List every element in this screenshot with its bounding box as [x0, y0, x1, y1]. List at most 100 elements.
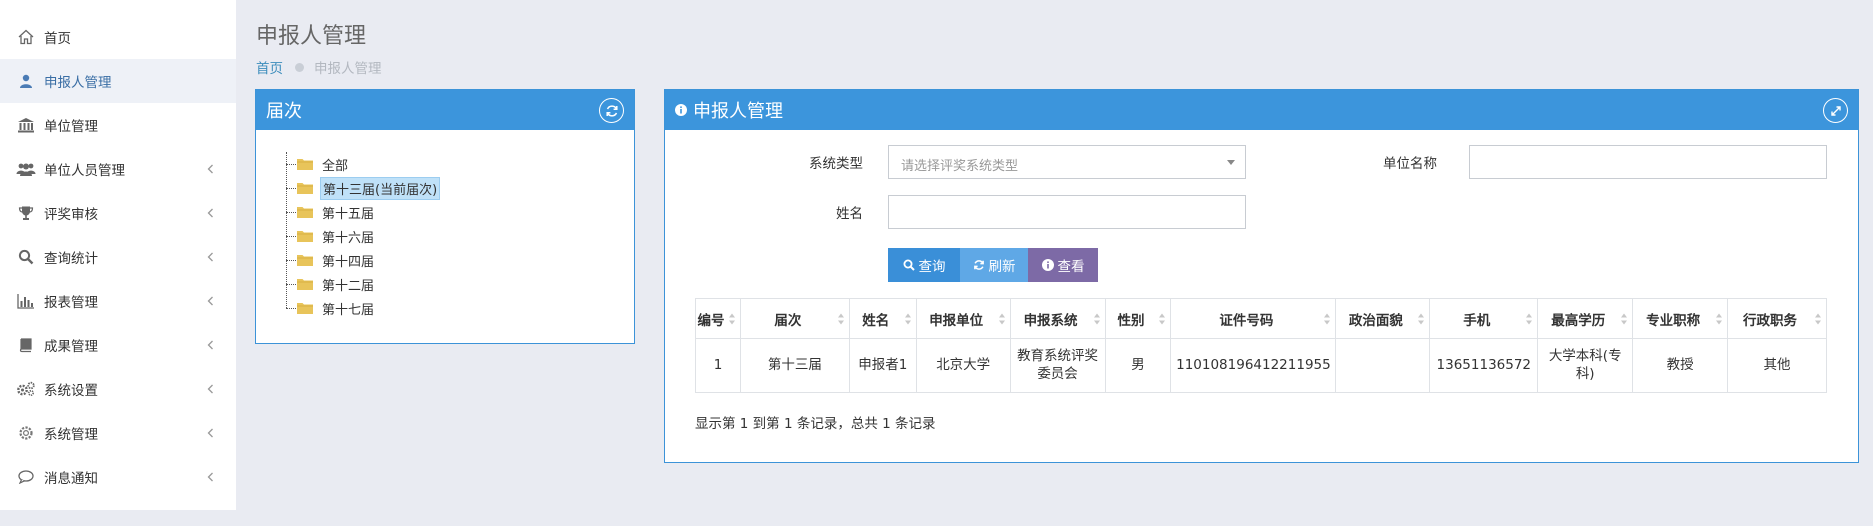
sidebar-item-1[interactable]: 申报人管理 [0, 59, 236, 103]
chevron-left-icon [207, 250, 214, 266]
sidebar-item-label: 单位管理 [44, 119, 98, 135]
system-type-label: 系统类型 [809, 156, 863, 172]
column-header-label: 政治面貌 [1348, 312, 1403, 329]
sidebar-item-4[interactable]: 评奖审核 [0, 191, 236, 235]
column-header[interactable]: 编号 [695, 298, 741, 339]
tree-node[interactable]: 第十六届 [284, 224, 634, 248]
session-panel-title: 届次 [266, 101, 302, 122]
chevron-left-icon [207, 338, 214, 354]
expand-icon[interactable] [1823, 98, 1848, 123]
refresh-button[interactable]: 刷新 [960, 248, 1028, 282]
sort-icon [728, 312, 735, 326]
tree-node-label: 第十四届 [322, 254, 375, 270]
column-header[interactable]: 证件号码 [1170, 298, 1337, 339]
sidebar-item-8[interactable]: 系统设置 [0, 367, 236, 411]
table-cell: 申报者1 [848, 338, 917, 393]
tree-node-label: 第十五届 [322, 206, 375, 222]
column-header[interactable]: 政治面貌 [1335, 298, 1431, 339]
table-cell: 男 [1104, 338, 1172, 393]
breadcrumb-home-link[interactable]: 首页 [256, 57, 283, 77]
folder-icon [296, 181, 314, 195]
sidebar-item-6[interactable]: 报表管理 [0, 279, 236, 323]
chevron-left-icon [207, 470, 214, 486]
column-header[interactable]: 申报系统 [1009, 298, 1106, 339]
system-type-select[interactable]: 请选择评奖系统类型 [888, 145, 1246, 179]
column-header[interactable]: 性别 [1104, 298, 1172, 339]
folder-icon [296, 205, 314, 219]
column-header[interactable]: 姓名 [848, 298, 917, 339]
home-icon [16, 27, 36, 47]
info-icon [1041, 259, 1054, 271]
column-header[interactable]: 专业职称 [1632, 298, 1729, 339]
table-row[interactable]: 1 第十三届 申报者1 北京大学 教育系统评奖委员会男 11010819641221195… [695, 338, 1827, 393]
table-cell: 其他 [1727, 338, 1827, 393]
sidebar-item-label: 系统设置 [44, 383, 98, 399]
sort-icon [998, 312, 1005, 326]
chevron-left-icon [207, 382, 214, 398]
tree-node[interactable]: 第十四届 [284, 248, 634, 272]
unit-name-label: 单位名称 [1383, 156, 1437, 172]
column-header[interactable]: 行政职务 [1727, 298, 1827, 339]
page-title: 申报人管理 [256, 24, 367, 49]
column-header-label: 证件号码 [1219, 312, 1274, 329]
sidebar-item-7[interactable]: 成果管理 [0, 323, 236, 367]
column-header[interactable]: 届次 [739, 298, 850, 339]
sort-icon [1418, 312, 1425, 326]
table-cell: 110108196412211955 [1170, 338, 1337, 393]
tree-node[interactable]: 第十三届(当前届次) [284, 176, 634, 200]
sidebar-item-label: 成果管理 [44, 339, 98, 355]
column-header[interactable]: 申报单位 [915, 298, 1011, 339]
applicant-panel: 申报人管理 系统类型 请选择评奖系统类型 单位名称 姓名 查询 刷新 查看 编号… [664, 89, 1859, 463]
sort-icon [1159, 312, 1166, 326]
refresh-tree-icon[interactable] [599, 98, 624, 123]
view-button[interactable]: 查看 [1028, 248, 1098, 282]
folder-icon [296, 301, 314, 315]
sidebar: 首页 申报人管理单位管理单位人员管理评奖审核查询统计报表管理成果管理系统设置系统管… [0, 0, 236, 510]
info-icon [675, 104, 687, 116]
sidebar-item-label: 查询统计 [44, 251, 98, 267]
tree-node[interactable]: 第十五届 [284, 200, 634, 224]
sidebar-item-2[interactable]: 单位管理 [0, 103, 236, 147]
column-header-label: 行政职务 [1743, 312, 1797, 329]
table-cell [1335, 338, 1431, 393]
sidebar-item-0[interactable]: 首页 [0, 15, 236, 59]
column-header[interactable]: 手机 [1429, 298, 1539, 339]
tree-node-label: 第十二届 [322, 278, 375, 294]
tree-node[interactable]: 第十七届 [284, 296, 634, 320]
cogs-icon [16, 379, 36, 399]
gear-icon [16, 423, 36, 443]
unit-name-input[interactable] [1469, 145, 1827, 179]
sidebar-item-label: 单位人员管理 [44, 163, 125, 179]
folder-icon [296, 253, 314, 267]
name-input[interactable] [888, 195, 1246, 229]
sort-icon [1093, 312, 1100, 326]
tree-node[interactable]: 全部 [284, 152, 634, 176]
query-button-label: 查询 [918, 259, 946, 275]
query-button[interactable]: 查询 [888, 248, 960, 282]
sort-icon [1324, 312, 1331, 326]
breadcrumb-current: 申报人管理 [314, 61, 382, 77]
sidebar-item-5[interactable]: 查询统计 [0, 235, 236, 279]
tree-node[interactable]: 第十二届 [284, 272, 634, 296]
sidebar-item-label: 系统管理 [44, 427, 98, 443]
chevron-left-icon [207, 162, 214, 178]
table-cell: 北京大学 [915, 338, 1011, 393]
search-icon [16, 247, 36, 267]
table-cell: 大学本科(专科) [1537, 338, 1634, 393]
column-header[interactable]: 最高学历 [1537, 298, 1634, 339]
pagination-summary: 显示第 1 到第 1 条记录，总共 1 条记录 [695, 416, 936, 432]
sort-icon [904, 312, 911, 326]
applicant-panel-header: 申报人管理 [665, 90, 1858, 130]
sidebar-item-10[interactable]: 消息通知 [0, 455, 236, 499]
sidebar-item-9[interactable]: 系统管理 [0, 411, 236, 455]
table-cell: 第十三届 [739, 338, 850, 393]
table-header-row: 编号 届次 姓名 申报单位 申报系统 性别 证件号码 政治面貌 手机 最高学历 专业职称 行政职务 [695, 298, 1827, 339]
sidebar-item-3[interactable]: 单位人员管理 [0, 147, 236, 191]
system-type-placeholder: 请选择评奖系统类型 [901, 159, 1019, 174]
tree-node-label: 第十六届 [322, 230, 375, 246]
folder-icon [296, 277, 314, 291]
sidebar-item-label: 消息通知 [44, 471, 98, 487]
column-header-label: 最高学历 [1551, 312, 1606, 329]
applicant-table: 编号 届次 姓名 申报单位 申报系统 性别 证件号码 政治面貌 手机 最高学历 专业职称 行政职务 1… [695, 298, 1827, 393]
column-header-label: 申报单位 [929, 312, 984, 329]
